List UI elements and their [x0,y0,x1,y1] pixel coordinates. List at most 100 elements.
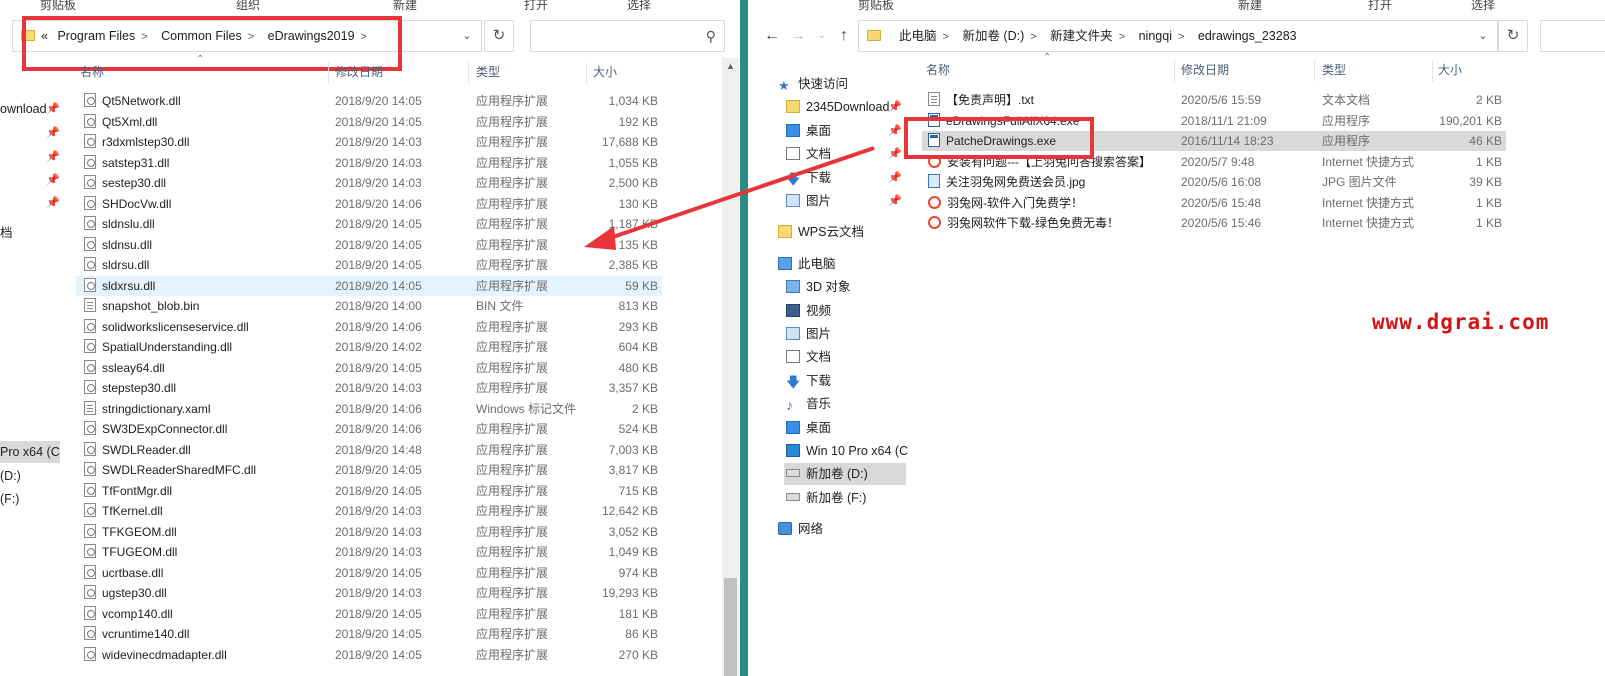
breadcrumb-this-pc[interactable]: 此电脑 [899,29,937,43]
forward-arrow-icon[interactable]: → [788,26,808,46]
nav-item-13[interactable]: ♪ 音乐 [784,393,906,415]
table-row[interactable]: 羽兔网-软件入门免费学！ 2020/5/6 15:48 Internet 快捷方式 1… [922,193,1506,213]
nav-item-5[interactable]: 图片 📌 [784,190,906,212]
nav-item-11[interactable]: 文档 [784,346,906,368]
chevron-down-icon[interactable]: ⌄ [453,21,481,51]
breadcrumb-ningqi[interactable]: ningqi [1139,29,1172,43]
column-divider[interactable] [1174,60,1175,82]
table-row[interactable]: SWDLReaderSharedMFC.dll 2018/9/20 14:05 应用… [76,460,662,480]
table-row[interactable]: TFUGEOM.dll 2018/9/20 14:03 应用程序扩展 1,049 KB [76,542,662,562]
nav-item-docs[interactable]: 档 [0,222,13,244]
column-header-date[interactable]: 修改日期 [1181,60,1229,80]
table-row[interactable]: sestep30.dll 2018/9/20 14:03 应用程序扩展 2,500 K… [76,173,662,193]
table-row[interactable]: satstep31.dll 2018/9/20 14:03 应用程序扩展 1,055 … [76,153,662,173]
nav-item-f-drive[interactable]: (F:) [0,488,19,510]
nav-item-c-drive[interactable]: Pro x64 (C [0,441,60,463]
nav-item-12[interactable]: 🡇 下载 [784,370,906,392]
table-row[interactable]: 关注羽兔网免费送会员.jpg 2020/5/6 16:08 JPG 图片文件 39 K… [922,172,1506,192]
nav-item-download[interactable]: ownload 📌 [0,98,60,120]
table-row[interactable]: SpatialUnderstanding.dll 2018/9/20 14:02 应… [76,337,662,357]
nav-item-0[interactable]: ★ 快速访问 [776,73,906,95]
chevron-down-icon[interactable]: ⌄ [1469,21,1497,51]
table-row[interactable]: TfKernel.dll 2018/9/20 14:03 应用程序扩展 12,642 … [76,501,662,521]
dll-file-icon [84,646,96,661]
table-row[interactable]: Qt5Network.dll 2018/9/20 14:05 应用程序扩展 1,034… [76,91,662,111]
nav-item-d-drive[interactable]: (D:) [0,465,21,487]
column-header-name[interactable]: 名称 [80,62,104,82]
table-row[interactable]: sldnslu.dll 2018/9/20 14:05 应用程序扩展 1,187 KB [76,214,662,234]
table-row[interactable]: r3dxmlstep30.dll 2018/9/20 14:03 应用程序扩展 17,… [76,132,662,152]
ribbon-clipboard[interactable]: 剪贴板 [858,0,894,12]
table-row[interactable]: TfFontMgr.dll 2018/9/20 14:05 应用程序扩展 715 KB [76,481,662,501]
column-divider[interactable] [468,62,469,84]
table-row[interactable]: sldxrsu.dll 2018/9/20 14:05 应用程序扩展 59 KB [76,275,662,296]
ribbon-select[interactable]: 选择 [627,0,651,12]
nav-item-10[interactable]: 图片 [784,323,906,345]
table-row[interactable]: sldnsu.dll 2018/9/20 14:05 应用程序扩展 135 KB [76,235,662,255]
table-row[interactable]: Qt5Xml.dll 2018/9/20 14:05 应用程序扩展 192 KB [76,112,662,132]
column-header-type[interactable]: 类型 [476,62,500,82]
nav-item-17[interactable]: 新加卷 (F:) [784,487,906,509]
table-row[interactable]: widevinecdmadapter.dll 2018/9/20 14:05 应用程… [76,645,662,665]
column-header-date[interactable]: 修改日期 [335,62,383,82]
column-divider[interactable] [586,62,587,84]
table-row[interactable]: SHDocVw.dll 2018/9/20 14:06 应用程序扩展 130 KB [76,194,662,214]
table-row[interactable]: stepstep30.dll 2018/9/20 14:03 应用程序扩展 3,357… [76,378,662,398]
table-row[interactable]: snapshot_blob.bin 2018/9/20 14:00 BIN 文件 81… [76,296,662,316]
left-search-input[interactable]: ⚲ [530,20,725,52]
nav-item-8[interactable]: 3D 对象 [784,276,906,298]
table-row[interactable]: SWDLReader.dll 2018/9/20 14:48 应用程序扩展 7,003… [76,440,662,460]
ribbon-organize[interactable]: 组织 [236,0,260,12]
table-row[interactable]: stringdictionary.xaml 2018/9/20 14:06 Wind… [76,399,662,419]
table-row[interactable]: ssleay64.dll 2018/9/20 14:05 应用程序扩展 480 KB [76,358,662,378]
refresh-button[interactable]: ↻ [484,20,514,52]
table-row[interactable]: vcomp140.dll 2018/9/20 14:05 应用程序扩展 181 KB [76,604,662,624]
nav-item-1[interactable]: 2345Download 📌 [784,96,906,118]
breadcrumb-new-folder[interactable]: 新建文件夹 [1050,29,1113,43]
column-header-size[interactable]: 大小 [593,62,617,82]
column-header-type[interactable]: 类型 [1322,60,1346,80]
ribbon-clipboard[interactable]: 剪贴板 [40,0,76,12]
scroll-up-icon[interactable]: ▲ [722,58,739,75]
nav-item-7[interactable]: 此电脑 [776,253,906,275]
column-header-name[interactable]: 名称 [926,60,950,80]
table-row[interactable]: ugstep30.dll 2018/9/20 14:03 应用程序扩展 19,293 … [76,583,662,603]
nav-item-3[interactable]: 文档 📌 [784,143,906,165]
breadcrumb-edrawings[interactable]: edrawings_23283 [1198,29,1297,43]
nav-item-18[interactable]: 网络 [776,518,906,540]
column-divider[interactable] [1314,60,1315,82]
table-row[interactable]: ucrtbase.dll 2018/9/20 14:05 应用程序扩展 974 KB [76,563,662,583]
nav-item-16[interactable]: 新加卷 (D:) [784,463,906,486]
table-row[interactable]: solidworkslicenseservice.dll 2018/9/20 14… [76,317,662,337]
column-divider[interactable] [328,62,329,84]
up-arrow-icon[interactable]: ↑ [834,26,854,46]
table-row[interactable]: 【免责声明】.txt 2020/5/6 15:59 文本文档 2 KB [922,90,1506,110]
column-header-size[interactable]: 大小 [1438,60,1462,80]
breadcrumb-d-drive[interactable]: 新加卷 (D:) [962,29,1024,43]
ribbon-new[interactable]: 新建 [393,0,417,12]
table-row[interactable]: 羽兔网软件下载-绿色免费无毒！ 2020/5/6 15:46 Internet 快捷… [922,213,1506,233]
scrollbar-thumb[interactable] [724,578,737,676]
ribbon-new[interactable]: 新建 [1238,0,1262,12]
left-vertical-scrollbar[interactable]: ▲ [722,58,739,676]
nav-item-6[interactable]: WPS云文档 [776,221,906,243]
table-row[interactable]: SW3DExpConnector.dll 2018/9/20 14:06 应用程序扩… [76,419,662,439]
table-row[interactable]: TFKGEOM.dll 2018/9/20 14:03 应用程序扩展 3,052 KB [76,522,662,542]
nav-item-15[interactable]: Win 10 Pro x64 (C [784,440,908,462]
nav-item-4[interactable]: 🡇 下载 📌 [784,167,906,189]
back-arrow-icon[interactable]: ← [762,26,782,46]
ribbon-select[interactable]: 选择 [1471,0,1495,12]
nav-item-14[interactable]: 桌面 [784,417,906,439]
recent-dropdown-icon[interactable]: ⌄ [812,26,832,46]
refresh-button[interactable]: ↻ [1498,20,1528,52]
nav-item-9[interactable]: 视频 [784,300,906,322]
column-divider[interactable] [1432,60,1433,82]
right-search-input[interactable] [1540,20,1605,52]
table-row[interactable]: sldrsu.dll 2018/9/20 14:05 应用程序扩展 2,385 KB [76,255,662,275]
right-address-bar[interactable]: 此电脑 > 新加卷 (D:) > 新建文件夹 > ningqi > edrawings_… [858,20,1498,52]
ribbon-open[interactable]: 打开 [1368,0,1392,12]
ribbon-open[interactable]: 打开 [524,0,548,12]
nav-item-2[interactable]: 桌面 📌 [784,120,906,142]
file-type-cell: 应用程序扩展 [476,545,549,559]
table-row[interactable]: vcruntime140.dll 2018/9/20 14:05 应用程序扩展 86 … [76,624,662,644]
